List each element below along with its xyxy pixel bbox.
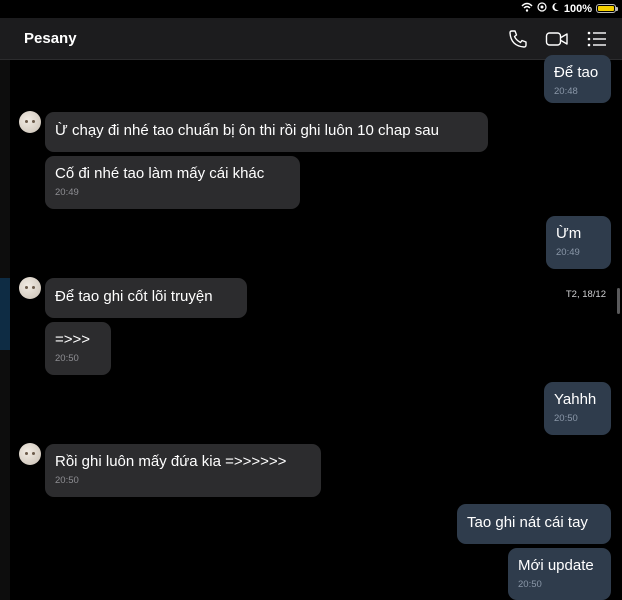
date-separator: T2, 18/12 [565, 289, 606, 300]
message-text: Ừm [556, 225, 582, 242]
message-time: 20:48 [554, 86, 578, 97]
list-menu-icon[interactable] [585, 27, 609, 51]
message-text: Tao ghi nát cái tay [467, 514, 588, 531]
message-bubble-incoming[interactable]: Ừ chạy đi nhé tao chuẩn bị ôn thi rồi gh… [45, 112, 488, 152]
left-rail-selection [0, 278, 10, 350]
phone-call-icon[interactable] [506, 27, 530, 51]
message-text: Yahhh [554, 391, 597, 408]
contact-avatar[interactable] [19, 443, 41, 465]
message-text: Ừ chạy đi nhé tao chuẩn bị ôn thi rồi gh… [55, 122, 439, 139]
message-time: 20:50 [55, 475, 79, 486]
contact-avatar[interactable] [19, 277, 41, 299]
contact-avatar[interactable] [19, 111, 41, 133]
battery-icon [596, 4, 618, 13]
wifi-icon [521, 2, 533, 15]
message-bubble-incoming[interactable]: =>>> 20:50 [45, 322, 111, 375]
message-text: Cố đi nhé tao làm mấy cái khác [55, 165, 265, 182]
status-bar: 100% [0, 0, 622, 18]
message-time: 20:49 [556, 247, 580, 258]
message-text: Rồi ghi luôn mấy đứa kia =>>>>>> [55, 453, 287, 470]
message-time: 20:49 [55, 187, 79, 198]
message-time: 20:50 [554, 413, 578, 424]
chat-header: Pesany [0, 18, 622, 60]
message-bubble-incoming[interactable]: Để tao ghi cốt lõi truyện [45, 278, 247, 318]
video-call-icon[interactable] [545, 27, 569, 51]
message-bubble-outgoing[interactable]: Ừm 20:49 [546, 216, 611, 269]
message-bubble-outgoing[interactable]: Tao ghi nát cái tay [457, 504, 611, 544]
scrollbar[interactable] [617, 288, 620, 314]
message-text: Để tao [554, 64, 599, 81]
moon-icon [551, 2, 560, 15]
message-time: 20:50 [518, 579, 542, 590]
message-bubble-outgoing[interactable]: Để tao 20:48 [544, 55, 611, 103]
message-time: 20:50 [55, 353, 79, 364]
message-bubble-outgoing[interactable]: Yahhh 20:50 [544, 382, 611, 435]
chat-title[interactable]: Pesany [24, 30, 77, 47]
location-icon [537, 2, 547, 15]
battery-percent: 100% [563, 2, 592, 15]
message-bubble-incoming[interactable]: Rồi ghi luôn mấy đứa kia =>>>>>> 20:50 [45, 444, 321, 497]
message-text: =>>> [55, 331, 91, 348]
message-text: Để tao ghi cốt lõi truyện [55, 288, 213, 305]
status-icons: 100% [521, 2, 618, 15]
message-bubble-outgoing[interactable]: Mới update 20:50 [508, 548, 611, 600]
message-bubble-incoming[interactable]: Cố đi nhé tao làm mấy cái khác 20:49 [45, 156, 300, 209]
message-text: Mới update [518, 557, 594, 574]
